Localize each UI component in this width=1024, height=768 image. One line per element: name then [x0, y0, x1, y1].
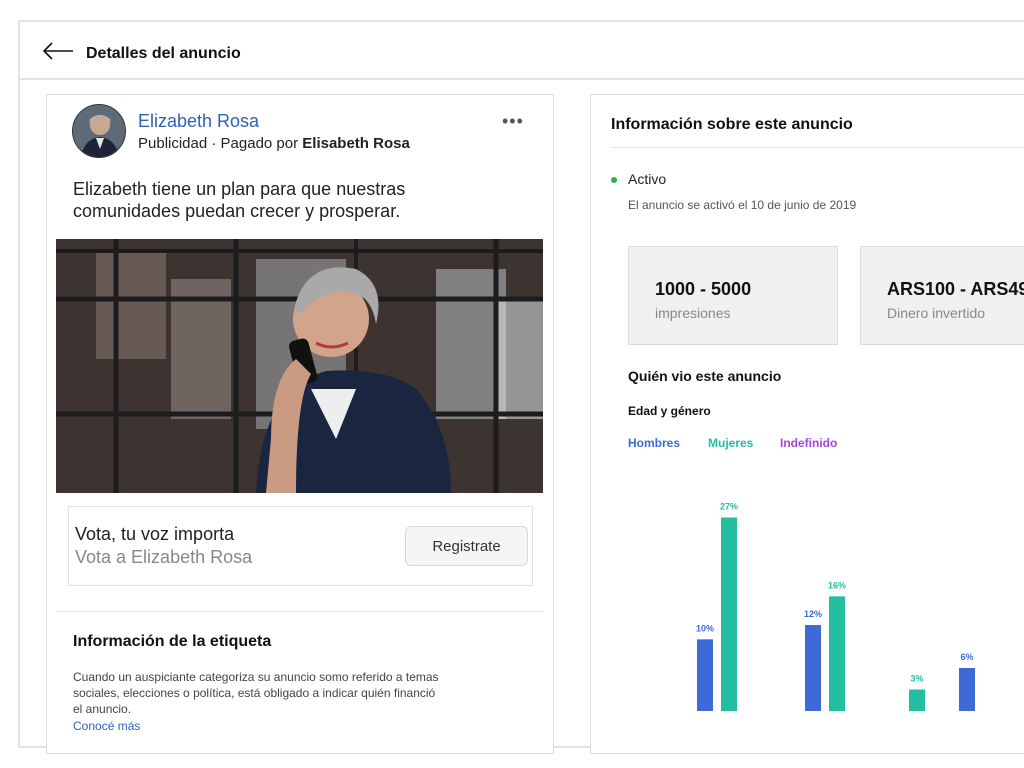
status-dot-icon: [611, 177, 617, 183]
bar-mujeres-2: [909, 689, 925, 711]
cta-box: Vota, tu voz importa Vota a Elizabeth Ro…: [68, 506, 533, 586]
post-text: Elizabeth tiene un plan para que nuestra…: [73, 178, 493, 222]
bar-hombres-3: [959, 668, 975, 711]
avatar-photo: [73, 105, 125, 157]
label-info-line: Cuando un auspiciante categoriza su anun…: [73, 670, 439, 684]
bar-mujeres-0: [721, 517, 737, 711]
bar-hombres-0: [697, 639, 713, 711]
arrow-left-icon[interactable]: [42, 42, 74, 60]
ad-post-card: Elizabeth Rosa Publicidad · Pagado por E…: [46, 94, 554, 754]
age-gender-chart: 10% 12% 6% 27% 16% 3%: [696, 502, 975, 711]
office-background: [56, 239, 543, 493]
divider: [611, 147, 1024, 148]
legend-women: Mujeres: [708, 436, 754, 450]
bar-label-mujeres-0: 27%: [720, 502, 738, 512]
bar-label-mujeres-2: 3%: [910, 674, 923, 684]
author-name-link[interactable]: Elizabeth Rosa: [138, 111, 259, 132]
status-label: Activo: [628, 171, 667, 187]
bar-label-hombres-3: 6%: [960, 652, 973, 662]
more-options-icon[interactable]: •••: [502, 111, 524, 132]
impressions-value: 1000 - 5000: [655, 279, 752, 299]
bar-label-hombres-0: 10%: [696, 623, 714, 633]
label-info-title: Información de la etiqueta: [73, 633, 272, 650]
top-bar: Detalles del anuncio: [20, 22, 1024, 80]
legend-men: Hombres: [628, 436, 681, 450]
bar-hombres-1: [805, 625, 821, 711]
avatar[interactable]: [72, 104, 126, 158]
impressions-label: impresiones: [655, 305, 731, 321]
learn-more-link[interactable]: Conocé más: [73, 719, 140, 733]
impressions-card: 1000 - 5000 impresiones: [628, 246, 838, 345]
label-info-text: Cuando un auspiciante categoriza su anun…: [73, 669, 493, 717]
post-text-line: comunidades puedan crecer y prosperar.: [73, 201, 401, 221]
bar-label-hombres-1: 12%: [804, 609, 822, 619]
sponsor-prefix: Publicidad · Pagado por: [138, 135, 303, 152]
ad-details-window: Detalles del anuncio Elizabeth Rosa Publ…: [18, 20, 1024, 754]
spend-card: ARS100 - ARS49 Dinero invertido: [860, 246, 1024, 345]
label-info-line: el anuncio.: [73, 702, 132, 716]
divider: [57, 611, 543, 612]
register-button[interactable]: Registrate: [405, 526, 528, 566]
who-saw-title: Quién vio este anuncio: [628, 368, 782, 384]
post-text-line: Elizabeth tiene un plan para que nuestra…: [73, 179, 406, 199]
label-info-line: sociales, elecciones o política, está ob…: [73, 686, 436, 700]
age-gender-title: Edad y género: [628, 404, 711, 418]
sponsor-name: Elisabeth Rosa: [302, 135, 410, 152]
post-image[interactable]: [56, 239, 543, 493]
spend-value: ARS100 - ARS49: [887, 279, 1024, 299]
cta-title: Vota, tu voz importa: [75, 524, 235, 544]
spend-label: Dinero invertido: [887, 305, 986, 321]
legend-undefined: Indefinido: [780, 436, 838, 450]
info-title: Información sobre este anuncio: [611, 116, 853, 133]
bar-mujeres-1: [829, 596, 845, 711]
activation-date: El anuncio se activó el 10 de junio de 2…: [628, 198, 857, 212]
ad-info-panel: Información sobre este anuncio Activo El…: [590, 94, 1024, 754]
bar-label-mujeres-1: 16%: [828, 580, 846, 590]
page-title: Detalles del anuncio: [86, 45, 241, 62]
cta-subtitle: Vota a Elizabeth Rosa: [75, 547, 253, 567]
sponsor-line: Publicidad · Pagado por Elisabeth Rosa: [138, 135, 410, 152]
